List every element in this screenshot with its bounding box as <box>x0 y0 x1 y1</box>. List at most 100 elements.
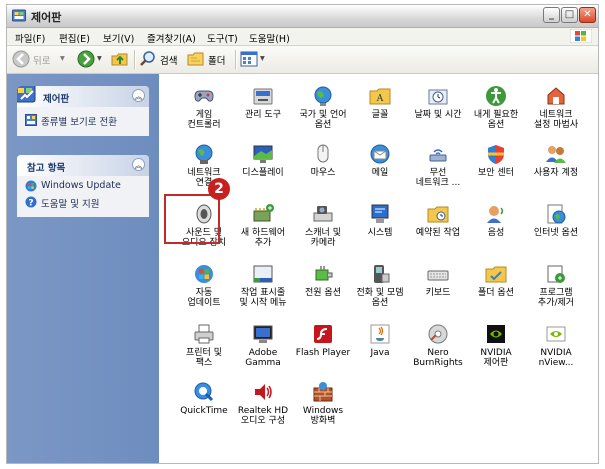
collapse-chevron-icon[interactable]: ︽ <box>132 89 145 102</box>
control-panel-item-taskbar[interactable]: 작업 표시줄 및 시작 메뉴 <box>232 262 294 318</box>
up-folder-button[interactable] <box>111 50 131 68</box>
control-panel-item-adobe-gamma[interactable]: Adobe Gamma <box>232 322 294 378</box>
control-panel-item-mouse[interactable]: 마우스 <box>292 142 354 198</box>
search-button[interactable]: 검색 <box>139 50 185 68</box>
item-label: 네트워크 설정 마법사 <box>533 110 579 130</box>
phone-modem-icon <box>374 265 390 283</box>
control-panel-item-keyboard[interactable]: 키보드 <box>407 262 469 318</box>
menu-tools[interactable]: 도구(T) <box>207 31 238 45</box>
see-also-section-title: 참고 항목 <box>27 163 66 174</box>
game-controller-icon <box>194 90 214 102</box>
control-panel-item-firewall[interactable]: Windows 방화벽 <box>292 380 354 436</box>
back-dropdown-icon[interactable]: ▾ <box>60 53 65 64</box>
control-panel-item-admin-tools[interactable]: 관리 도구 <box>232 84 294 140</box>
item-label: 내게 필요한 옵션 <box>473 110 519 130</box>
item-label: 폴더 옵션 <box>478 288 514 298</box>
adobe-gamma-icon <box>253 325 273 343</box>
control-panel-item-flash[interactable]: Flash Player <box>292 322 354 378</box>
security-shield-icon <box>488 145 504 164</box>
control-panel-item-system[interactable]: 시스템 <box>349 202 411 258</box>
control-panel-item-internet-options[interactable]: 인터넷 옵션 <box>525 202 587 258</box>
control-panel-item-scanner-camera[interactable]: 스캐너 및 카메라 <box>292 202 354 258</box>
toolbar: 뒤로 ▾ ▾ 검색 폴더 ▾ <box>7 46 598 74</box>
control-panel-section-title: 제어판 <box>43 94 70 105</box>
forward-button[interactable]: ▾ <box>77 50 107 68</box>
fonts-folder-icon: A <box>369 88 391 105</box>
control-panel-item-security-shield[interactable]: 보안 센터 <box>465 142 527 198</box>
display-icon <box>253 145 273 163</box>
control-panel-item-add-hardware[interactable]: 새 하드웨어 추가 <box>232 202 294 258</box>
control-panel-item-nvidia[interactable]: NVIDIA 제어판 <box>465 322 527 378</box>
collapse-chevron-icon[interactable]: ︽ <box>132 158 145 171</box>
search-label: 검색 <box>160 56 178 67</box>
item-label: 스캐너 및 카메라 <box>305 228 341 248</box>
control-panel-item-globe[interactable]: 국가 및 언어 옵션 <box>292 84 354 140</box>
up-folder-icon <box>111 53 128 66</box>
folder-options-icon <box>485 266 507 283</box>
control-panel-item-quicktime[interactable]: QuickTime <box>173 380 235 436</box>
control-panel-item-user-accounts[interactable]: 사용자 계정 <box>525 142 587 198</box>
item-label: QuickTime <box>180 406 228 416</box>
control-panel-item-mail[interactable]: 메일 <box>349 142 411 198</box>
control-panel-items: 게임 컨트롤러 관리 도구 국가 및 언어 옵션 A 글꼴 날짜 및 시간 내게 필요한 옵… <box>159 74 598 463</box>
control-panel-item-power[interactable]: 전원 옵션 <box>292 262 354 318</box>
windows-update-link[interactable]: Windows Update <box>25 180 145 194</box>
search-icon <box>140 51 155 66</box>
control-panel-item-accessibility[interactable]: 내게 필요한 옵션 <box>465 84 527 140</box>
switch-to-category-view-link[interactable]: 종류별 보기로 전환 <box>25 114 145 128</box>
speech-icon <box>487 206 504 223</box>
menu-help[interactable]: 도움말(H) <box>249 31 290 45</box>
control-panel-item-wireless[interactable]: 무선 네트워크 ... <box>407 142 469 198</box>
control-panel-item-network-setup[interactable]: 네트워크 설정 마법사 <box>525 84 587 140</box>
help-icon: ? <box>25 196 37 208</box>
item-label: 마우스 <box>310 168 336 178</box>
control-panel-item-fonts-folder[interactable]: A 글꼴 <box>349 84 411 140</box>
views-button[interactable]: ▾ <box>240 50 270 68</box>
item-label: 디스플레이 <box>242 168 284 178</box>
control-panel-item-nero[interactable]: Nero BurnRights <box>407 322 469 378</box>
menu-edit[interactable]: 편집(E) <box>59 31 90 45</box>
menu-file[interactable]: 파일(F) <box>15 31 45 45</box>
control-panel-item-nvidia-nview[interactable]: NVIDIA nView... <box>525 322 587 378</box>
menu-view[interactable]: 보기(V) <box>103 31 134 45</box>
item-label: 관리 도구 <box>245 110 281 120</box>
item-label: 자동 업데이트 <box>187 288 221 308</box>
control-panel-item-add-remove-programs[interactable]: 프로그램 추가/제거 <box>525 262 587 318</box>
control-panel-item-printer[interactable]: 프린터 및 팩스 <box>173 322 235 378</box>
item-label: 사용자 계정 <box>533 168 579 178</box>
control-panel-item-java[interactable]: Java <box>349 322 411 378</box>
control-panel-item-speech[interactable]: 음성 <box>465 202 527 258</box>
control-panel-item-game-controller[interactable]: 게임 컨트롤러 <box>173 84 235 140</box>
control-panel-item-folder-options[interactable]: 폴더 옵션 <box>465 262 527 318</box>
control-panel-item-realtek-audio[interactable]: Realtek HD 오디오 구성 <box>232 380 294 436</box>
folders-button[interactable]: 폴더 <box>187 50 233 68</box>
control-panel-window: 제어판 _ □ ✕ 파일(F) 편집(E) 보기(V) 즐겨찾기(A) 도구(T… <box>6 4 599 464</box>
control-panel-item-clock[interactable]: 날짜 및 시간 <box>407 84 469 140</box>
task-pane: 제어판 ︽ 종류별 보기로 전환 참고 항목 ︽ Windows Update … <box>7 74 159 463</box>
close-button[interactable]: ✕ <box>579 7 596 23</box>
minimize-button[interactable]: _ <box>543 7 560 23</box>
forward-dropdown-icon[interactable]: ▾ <box>97 53 102 64</box>
control-panel-item-display[interactable]: 디스플레이 <box>232 142 294 198</box>
control-panel-section-header[interactable]: 제어판 ︽ <box>17 86 149 107</box>
title-bar[interactable]: 제어판 _ □ ✕ <box>7 5 598 28</box>
control-panel-item-phone-modem[interactable]: 전화 및 모뎀 옵션 <box>349 262 411 318</box>
item-label: NVIDIA 제어판 <box>480 348 512 368</box>
menu-favorites[interactable]: 즐겨찾기(A) <box>147 31 196 45</box>
see-also-section: 참고 항목 ︽ Windows Update ? 도움말 및 지원 <box>17 155 149 217</box>
control-panel-item-scheduled-tasks[interactable]: 예약된 작업 <box>407 202 469 258</box>
item-label: 프린터 및 팩스 <box>186 348 222 368</box>
control-panel-item-automatic-updates[interactable]: 자동 업데이트 <box>173 262 235 318</box>
java-icon <box>370 324 390 344</box>
item-label: NVIDIA nView... <box>538 348 574 368</box>
toolbar-separator <box>134 50 136 69</box>
add-hardware-icon <box>253 204 274 222</box>
nvidia-icon <box>487 325 505 343</box>
item-label: 글꼴 <box>371 110 389 120</box>
see-also-section-header[interactable]: 참고 항목 ︽ <box>17 155 149 176</box>
help-and-support-link[interactable]: ? 도움말 및 지원 <box>25 196 145 210</box>
maximize-button[interactable]: □ <box>561 7 578 23</box>
views-dropdown-icon[interactable]: ▾ <box>260 53 265 64</box>
back-button[interactable]: 뒤로 ▾ <box>12 50 72 68</box>
item-label: 인터넷 옵션 <box>533 228 579 238</box>
